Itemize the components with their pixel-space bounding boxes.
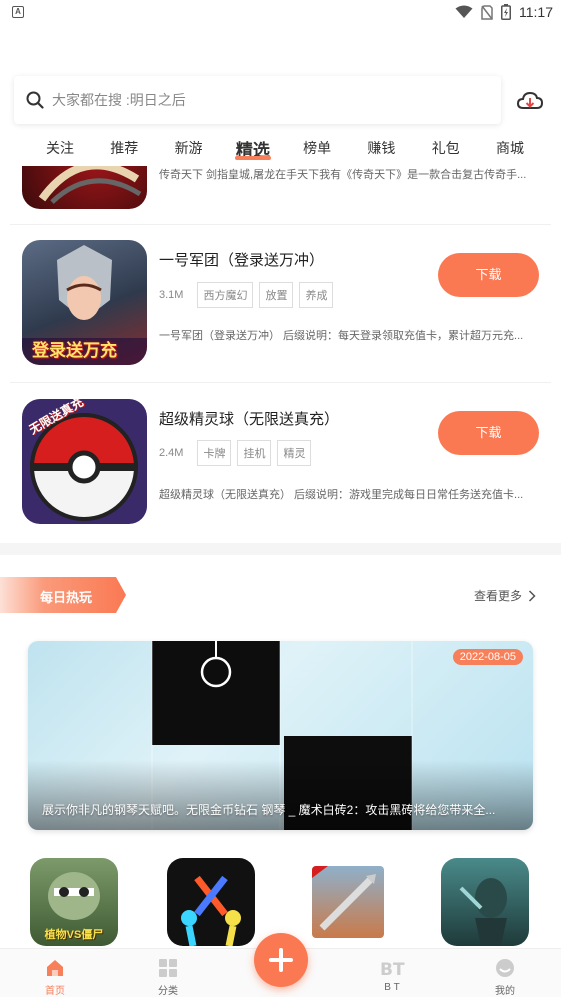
game-tag: 卡牌 [197, 440, 232, 466]
game-icon [22, 166, 147, 209]
game-size: 2.4M [159, 447, 184, 459]
game-tag: 挂机 [237, 440, 272, 466]
tab-rankings[interactable]: 榜单 [287, 130, 347, 166]
game-title: 一号军团（登录送万冲） [159, 252, 325, 269]
search-icon [26, 91, 44, 109]
profile-icon [496, 959, 514, 977]
notification-icon: A [12, 6, 24, 18]
category-tabs: 关注 推荐 新游 精选 榜单 赚钱 礼包 商城 [30, 130, 540, 166]
see-more-link[interactable]: 查看更多 [474, 587, 536, 604]
game-meta: 2.4M 卡牌 挂机 精灵 [159, 440, 312, 466]
chevron-right-icon [528, 589, 536, 602]
game-meta: 3.1M 西方魔幻 放置 养成 [159, 282, 334, 308]
search-input[interactable]: 大家都在搜 :明日之后 [14, 76, 501, 124]
banner-caption: 展示你非凡的钢琴天赋吧。无限金币钻石 钢琴 _ 魔术白砖2：攻击黑砖将给您带来全… [42, 803, 496, 817]
game-desc: 传奇天下 剑指皇城,屠龙在手天下我有《传奇天下》是一款合击复古传奇手... [159, 169, 527, 181]
banner-date: 2022-08-05 [452, 649, 523, 665]
dragon-art-icon [38, 166, 142, 204]
stickman-game-icon[interactable] [167, 858, 255, 946]
nav-mine[interactable]: 我的 [475, 957, 535, 997]
nav-category-label: 分类 [158, 986, 178, 997]
status-time: 11:17 [519, 4, 553, 20]
add-button[interactable] [254, 933, 308, 987]
nav-mine-label: 我的 [495, 986, 515, 997]
zombie-game-icon-text: 植物VS僵尸 [44, 929, 104, 941]
search-row: 大家都在搜 :明日之后 [14, 76, 547, 124]
daily-hot-label: 每日热玩 [0, 577, 126, 613]
game-tag: 养成 [299, 282, 334, 308]
nav-home-label: 首页 [45, 986, 65, 997]
see-more-label: 查看更多 [474, 589, 523, 603]
game-icon-legion: 登录送万充 [22, 240, 147, 365]
nav-bt[interactable]: BT B T [362, 957, 422, 993]
daily-hot-title: 每日热玩 [40, 590, 93, 605]
search-placeholder: 大家都在搜 :明日之后 [52, 92, 186, 108]
download-button[interactable]: 下载 [438, 253, 539, 297]
download-button[interactable]: 下载 [438, 411, 539, 455]
svg-text:BT: BT [380, 960, 405, 978]
tab-gifts[interactable]: 礼包 [416, 130, 476, 166]
rocket-game-icon[interactable] [312, 866, 384, 938]
game-title: 超级精灵球（无限送真充） [159, 411, 340, 428]
game-size: 3.1M [159, 289, 184, 301]
tab-recommend[interactable]: 推荐 [94, 130, 154, 166]
section-gap [0, 543, 561, 555]
bt-icon: BT [380, 960, 405, 978]
tab-store[interactable]: 商城 [480, 130, 540, 166]
cloud-download-icon[interactable] [515, 86, 545, 116]
plus-icon [269, 948, 293, 972]
list-item[interactable]: 传奇天下 剑指皇城,屠龙在手天下我有《传奇天下》是一款合击复古传奇手... [0, 166, 561, 224]
nav-bt-label: B T [384, 982, 400, 993]
zombie-game-icon[interactable]: 植物VS僵尸 [30, 858, 118, 946]
home-icon [47, 960, 63, 976]
tab-featured[interactable]: 精选 [223, 130, 283, 166]
game-desc: 超级精灵球（无限送真充） 后缀说明：游戏里完成每日日常任务送充值卡... [159, 489, 524, 501]
game-icon-pokeball: 无限送真充 [22, 399, 147, 524]
grid-icon [159, 959, 177, 977]
wifi-icon [455, 5, 473, 18]
game-tag: 西方魔幻 [197, 282, 254, 308]
tab-follow[interactable]: 关注 [30, 130, 90, 166]
tab-earn-money[interactable]: 赚钱 [351, 130, 411, 166]
game-icon-banner-text: 登录送万充 [32, 341, 117, 360]
game-tag: 放置 [259, 282, 294, 308]
featured-banner[interactable]: 2022-08-05 展示你非凡的钢琴天赋吧。无限金币钻石 钢琴 _ 魔术白砖2… [28, 641, 533, 830]
battery-icon [501, 4, 511, 20]
nav-home[interactable]: 首页 [25, 957, 85, 997]
warrior-game-icon[interactable] [441, 858, 529, 946]
game-desc: 一号军团（登录送万冲） 后缀说明：每天登录领取充值卡，累计超万元充... [159, 330, 524, 342]
no-sim-icon [481, 4, 493, 20]
game-tag: 精灵 [277, 440, 312, 466]
status-bar: A 11:17 [0, 0, 561, 24]
list-item[interactable]: 登录送万充 一号军团（登录送万冲） 3.1M 西方魔幻 放置 养成 一号军团（登… [0, 224, 561, 382]
tab-new-games[interactable]: 新游 [159, 130, 219, 166]
nav-category[interactable]: 分类 [138, 957, 198, 997]
list-item[interactable]: 无限送真充 超级精灵球（无限送真充） 2.4M 卡牌 挂机 精灵 超级精灵球（无… [0, 382, 561, 540]
